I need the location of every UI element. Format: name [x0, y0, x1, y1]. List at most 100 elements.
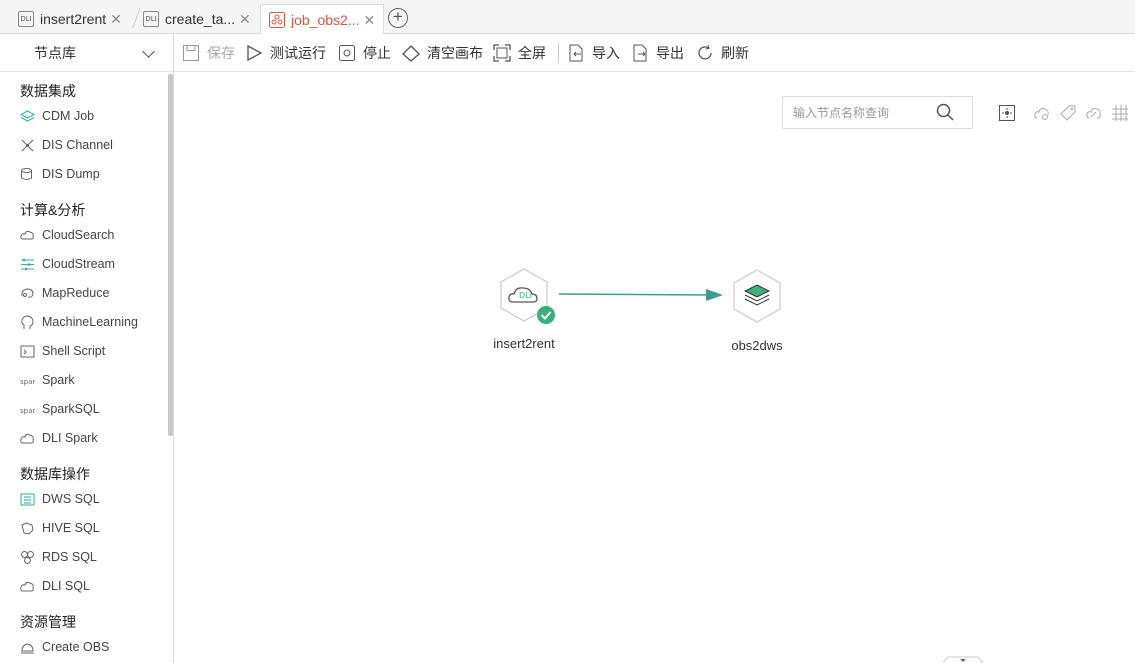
hive-icon [20, 521, 35, 536]
close-icon[interactable]: ✕ [364, 12, 376, 29]
tab-create-table[interactable]: DLI create_ta... ✕ [143, 4, 251, 34]
grid-icon[interactable] [1111, 104, 1129, 122]
toolbar-divider [558, 43, 559, 63]
node-item-label: DIS Channel [42, 138, 113, 152]
workflow-edge[interactable] [554, 284, 729, 304]
node-item-label: Shell Script [42, 344, 106, 358]
tab-label: insert2rent [40, 11, 107, 27]
layers-icon [19, 109, 36, 124]
node-item-dis-dump[interactable]: DIS Dump [20, 164, 100, 184]
tag-icon[interactable] [1059, 104, 1077, 122]
cloud-search-icon [20, 228, 35, 243]
spark-icon: spark [20, 373, 40, 388]
node-item-sparksql[interactable]: spark SparkSQL [20, 399, 100, 419]
bottom-panel-toggle-icon[interactable] [942, 656, 984, 663]
tab-label: job_obs2... [291, 12, 360, 28]
fullscreen-button[interactable]: 全屏 [493, 34, 546, 72]
category-resource-mgmt: 资源管理 [20, 614, 76, 630]
node-item-label: SparkSQL [42, 402, 100, 416]
test-run-button[interactable]: 测试运行 [245, 34, 326, 72]
node-item-cdm-job[interactable]: CDM Job [19, 106, 95, 126]
node-label: insert2rent [493, 336, 555, 351]
tab-divider [132, 8, 141, 28]
node-item-create-obs[interactable]: Create OBS [20, 637, 109, 657]
link-icon[interactable] [1085, 104, 1103, 122]
chevron-down-icon [142, 45, 155, 58]
node-item-rds-sql[interactable]: RDS SQL [20, 547, 97, 567]
fullscreen-icon [493, 44, 511, 62]
stop-icon [338, 44, 356, 62]
refresh-icon [696, 44, 714, 62]
node-item-machinelearning[interactable]: MachineLearning [20, 312, 138, 332]
stop-button[interactable]: 停止 [338, 34, 391, 72]
refresh-button[interactable]: 刷新 [696, 34, 749, 72]
export-icon [631, 44, 649, 62]
database-icon [20, 167, 35, 182]
cloud-settings-icon[interactable] [1033, 104, 1051, 122]
node-item-label: HIVE SQL [42, 521, 100, 535]
node-item-spark[interactable]: spark Spark [20, 370, 75, 390]
sidebar-scrollbar[interactable] [168, 74, 173, 436]
fullscreen-label: 全屏 [518, 45, 546, 61]
brain-icon [20, 314, 35, 330]
node-item-dli-sql[interactable]: DLI SQL [20, 576, 90, 596]
svg-text:spark: spark [20, 378, 35, 386]
node-library-select[interactable]: 节点库 [0, 34, 173, 72]
node-badge: DLI [519, 291, 532, 300]
obs-icon [20, 640, 35, 655]
node-item-label: CloudSearch [42, 228, 115, 242]
node-item-label: MachineLearning [42, 315, 138, 329]
eraser-icon [402, 44, 420, 62]
node-item-label: Create OBS [42, 640, 110, 654]
import-label: 导入 [592, 45, 620, 61]
node-item-cloudstream[interactable]: CloudStream [20, 254, 115, 274]
play-icon [245, 44, 263, 62]
node-item-label: DLI SQL [42, 579, 90, 593]
node-item-label: CDM Job [42, 109, 95, 123]
node-search-input[interactable] [793, 97, 938, 128]
export-button[interactable]: 导出 [631, 34, 684, 72]
node-item-mapreduce[interactable]: MapReduce [20, 283, 109, 303]
save-icon [182, 44, 200, 62]
dws-icon [20, 492, 35, 507]
search-icon[interactable] [936, 103, 954, 121]
cloud-icon [20, 579, 35, 594]
workflow-canvas[interactable]: DLI insert2rent obs2dws [174, 72, 1135, 663]
fit-canvas-icon[interactable] [998, 104, 1016, 122]
clear-canvas-button[interactable]: 清空画布 [402, 34, 483, 72]
node-item-shell-script[interactable]: Shell Script [20, 341, 105, 361]
refresh-label: 刷新 [721, 45, 749, 61]
workflow-node-obs2dws[interactable] [732, 269, 784, 323]
dli-icon: DLI [143, 11, 159, 27]
job-icon [269, 12, 285, 28]
editor-toolbar: 保存 测试运行 停止 清空画布 全屏 导入 导出 刷新 [174, 34, 1135, 72]
dli-icon: DLI [18, 11, 34, 27]
node-library-label: 节点库 [34, 44, 76, 61]
node-item-dis-channel[interactable]: DIS Channel [20, 135, 113, 155]
node-search-box [782, 96, 973, 129]
node-item-label: MapReduce [42, 286, 110, 300]
workflow-node-insert2rent[interactable]: DLI [499, 268, 555, 324]
tab-job-obs2[interactable]: job_obs2... ✕ [260, 4, 385, 35]
node-item-dws-sql[interactable]: DWS SQL [20, 489, 100, 509]
stop-label: 停止 [363, 45, 391, 61]
save-button[interactable]: 保存 [182, 34, 235, 72]
tab-bar: DLI insert2rent ✕ DLI create_ta... ✕ job… [0, 0, 1135, 35]
close-icon[interactable]: ✕ [110, 11, 122, 28]
export-label: 导出 [656, 45, 684, 61]
category-compute-analytics: 计算&分析 [20, 202, 86, 218]
terminal-icon [20, 344, 35, 359]
import-button[interactable]: 导入 [567, 34, 620, 72]
close-icon[interactable]: ✕ [239, 11, 251, 28]
node-label: obs2dws [731, 338, 783, 353]
add-tab-icon[interactable]: + [388, 8, 408, 28]
tab-insert2rent[interactable]: DLI insert2rent ✕ [18, 4, 122, 34]
category-data-integration: 数据集成 [20, 83, 76, 99]
node-item-dli-spark[interactable]: DLI Spark [20, 428, 98, 448]
node-item-label: DLI Spark [42, 431, 98, 445]
channel-icon [20, 138, 35, 153]
node-item-label: CloudStream [42, 257, 115, 271]
node-item-cloudsearch[interactable]: CloudSearch [20, 225, 114, 245]
test-run-label: 测试运行 [270, 45, 326, 61]
node-item-hive-sql[interactable]: HIVE SQL [20, 518, 100, 538]
